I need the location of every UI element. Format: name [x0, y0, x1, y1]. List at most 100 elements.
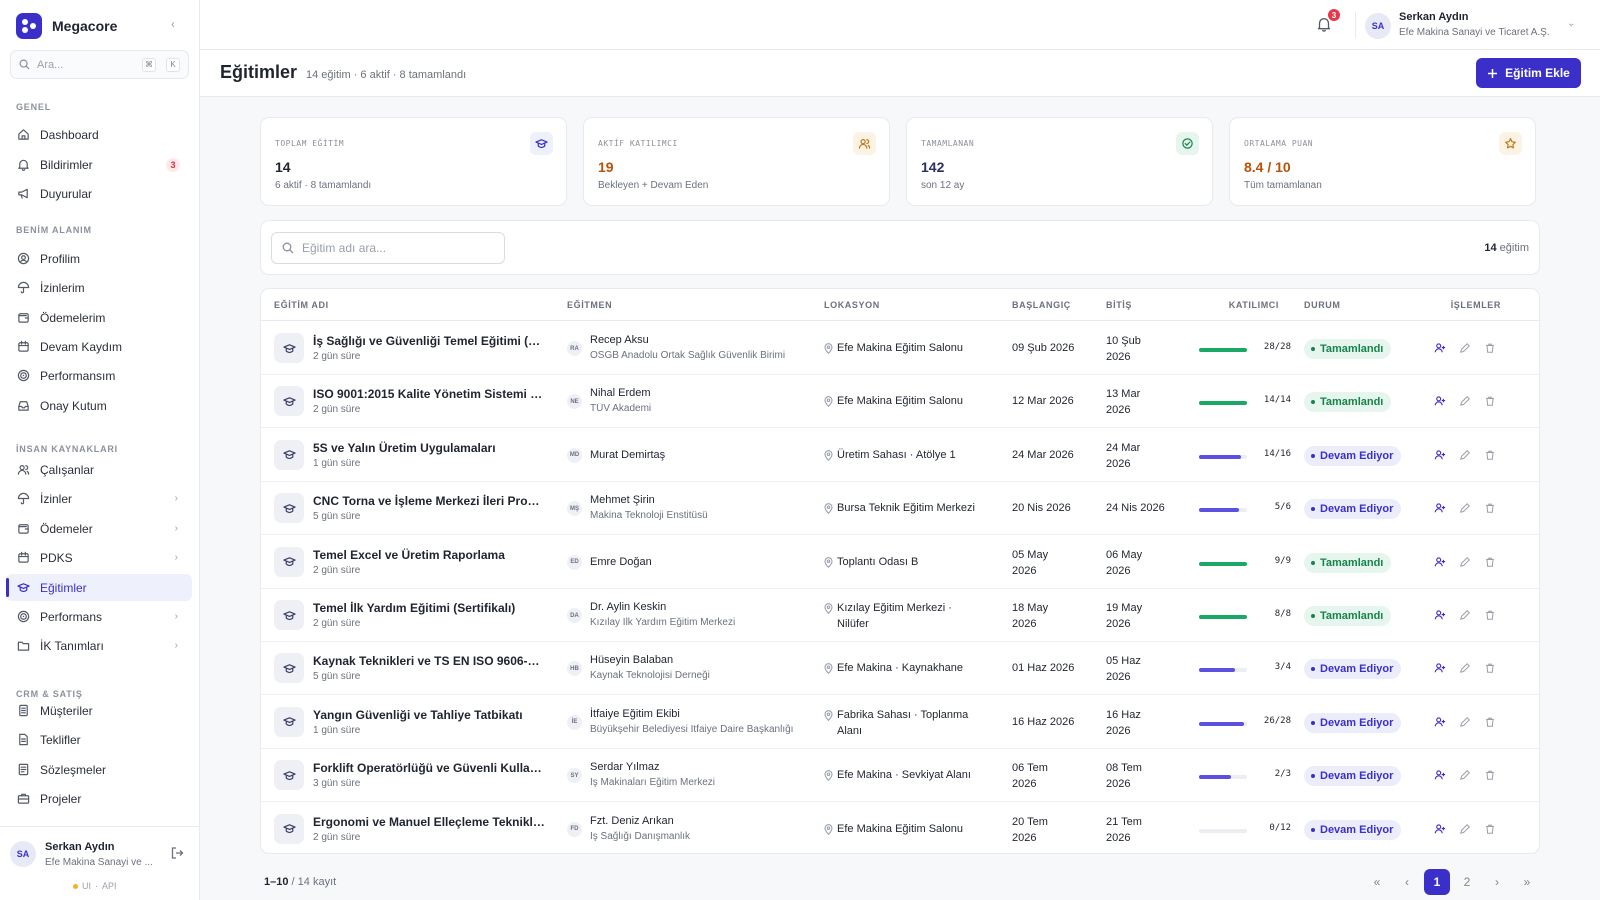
- sidebar-item-odemelerim[interactable]: Ödemelerim: [6, 304, 192, 331]
- add-participant-icon[interactable]: [1433, 661, 1447, 675]
- stat-card-total-trainings: TOPLAM EĞİTİM 14 6 aktif · 8 tamamlandı: [260, 117, 567, 206]
- edit-pencil-icon[interactable]: [1458, 448, 1472, 462]
- table-row[interactable]: ISO 9001:2015 Kalite Yönetim Sistemi F..…: [261, 375, 1539, 429]
- add-participant-icon[interactable]: [1433, 608, 1447, 622]
- table-row[interactable]: Ergonomi ve Manuel Elleçleme Teknikleri 2…: [261, 803, 1539, 853]
- collapse-sidebar-chevron-icon[interactable]: ‹: [166, 17, 180, 31]
- training-search-input[interactable]: [302, 241, 494, 255]
- sidebar-item-profilim[interactable]: Profilim: [6, 245, 192, 272]
- sidebar-item-izinlerim[interactable]: İzinlerim: [6, 274, 192, 301]
- sidebar-search[interactable]: Ara... ⌘ K: [10, 50, 189, 79]
- sidebar-item-dashboard[interactable]: Dashboard: [6, 121, 192, 148]
- page-1-button[interactable]: 1: [1424, 869, 1450, 895]
- column-header-end[interactable]: BİTİŞ: [1106, 300, 1132, 310]
- avatar[interactable]: SA: [1365, 13, 1391, 39]
- add-participant-icon[interactable]: [1433, 768, 1447, 782]
- course-name[interactable]: CNC Torna ve İşleme Merkezi İleri Progr.…: [313, 494, 545, 508]
- table-row[interactable]: İş Sağlığı ve Güvenliği Temel Eğitimi (A…: [261, 322, 1539, 375]
- add-participant-icon[interactable]: [1433, 394, 1447, 408]
- page-2-button[interactable]: 2: [1454, 869, 1480, 895]
- table-row[interactable]: Yangın Güvenliği ve Tahliye Tatbikatı 1 g…: [261, 696, 1539, 749]
- avatar[interactable]: SA: [10, 841, 36, 867]
- chevron-right-icon[interactable]: ›: [175, 611, 178, 622]
- delete-trash-icon[interactable]: [1483, 768, 1497, 782]
- table-row[interactable]: Temel Excel ve Üretim Raporlama 2 gün sür…: [261, 536, 1539, 589]
- sidebar-item-devam-kaydim[interactable]: Devam Kaydım: [6, 333, 192, 360]
- course-name[interactable]: Yangın Güvenliği ve Tahliye Tatbikatı: [313, 708, 545, 722]
- column-header-name[interactable]: EĞİTİM ADI: [274, 300, 329, 310]
- delete-trash-icon[interactable]: [1483, 822, 1497, 836]
- table-row[interactable]: Forklift Operatörlüğü ve Güvenli Kullanı…: [261, 749, 1539, 803]
- delete-trash-icon[interactable]: [1483, 715, 1497, 729]
- table-row[interactable]: Temel İlk Yardım Eğitimi (Sertifikalı) 2 …: [261, 589, 1539, 642]
- column-header-location[interactable]: LOKASYON: [824, 300, 880, 310]
- sidebar-item-performansim[interactable]: Performansım: [6, 362, 192, 389]
- sidebar-item-performans[interactable]: Performans ›: [6, 603, 192, 630]
- first-page-button[interactable]: «: [1364, 869, 1390, 895]
- sidebar-item-onay-kutum[interactable]: Onay Kutum: [6, 392, 192, 419]
- course-name[interactable]: ISO 9001:2015 Kalite Yönetim Sistemi F..…: [313, 387, 545, 401]
- brand[interactable]: Megacore: [16, 12, 117, 40]
- edit-pencil-icon[interactable]: [1458, 341, 1472, 355]
- sidebar-item-ik-tanimlari[interactable]: İK Tanımları ›: [6, 632, 192, 659]
- edit-pencil-icon[interactable]: [1458, 394, 1472, 408]
- sidebar-item-egitimler[interactable]: Eğitimler: [6, 574, 192, 601]
- prev-page-button[interactable]: ‹: [1394, 869, 1420, 895]
- add-participant-icon[interactable]: [1433, 341, 1447, 355]
- delete-trash-icon[interactable]: [1483, 555, 1497, 569]
- delete-trash-icon[interactable]: [1483, 448, 1497, 462]
- edit-pencil-icon[interactable]: [1458, 822, 1472, 836]
- sidebar-item-musteriler[interactable]: Müşteriler: [6, 697, 192, 724]
- course-name[interactable]: 5S ve Yalın Üretim Uygulamaları: [313, 441, 545, 455]
- sidebar-item-izinler[interactable]: İzinler ›: [6, 485, 192, 512]
- sidebar-item-projeler[interactable]: Projeler: [6, 785, 192, 812]
- chevron-right-icon[interactable]: ›: [175, 493, 178, 504]
- add-participant-icon[interactable]: [1433, 501, 1447, 515]
- add-participant-icon[interactable]: [1433, 555, 1447, 569]
- sidebar-item-duyurular[interactable]: Duyurular: [6, 180, 192, 207]
- delete-trash-icon[interactable]: [1483, 608, 1497, 622]
- edit-pencil-icon[interactable]: [1458, 608, 1472, 622]
- user-menu-chevron-down-icon[interactable]: ⌄: [1567, 18, 1575, 29]
- delete-trash-icon[interactable]: [1483, 661, 1497, 675]
- edit-pencil-icon[interactable]: [1458, 555, 1472, 569]
- add-participant-icon[interactable]: [1433, 822, 1447, 836]
- column-header-status[interactable]: DURUM: [1304, 300, 1341, 310]
- add-training-button[interactable]: Eğitim Ekle: [1476, 58, 1581, 88]
- course-name[interactable]: Kaynak Teknikleri ve TS EN ISO 9606-1 ..…: [313, 654, 545, 668]
- sidebar-item-sozlesmeler[interactable]: Sözleşmeler: [6, 756, 192, 783]
- edit-pencil-icon[interactable]: [1458, 501, 1472, 515]
- sidebar-item-pdks[interactable]: PDKS ›: [6, 544, 192, 571]
- next-page-button[interactable]: ›: [1484, 869, 1510, 895]
- column-header-instructor[interactable]: EĞİTMEN: [567, 300, 612, 310]
- add-participant-icon[interactable]: [1433, 448, 1447, 462]
- add-participant-icon[interactable]: [1433, 715, 1447, 729]
- course-name[interactable]: Temel Excel ve Üretim Raporlama: [313, 548, 545, 562]
- sidebar-item-teklifler[interactable]: Teklifler: [6, 726, 192, 753]
- course-name[interactable]: İş Sağlığı ve Güvenliği Temel Eğitimi (A…: [313, 334, 545, 348]
- edit-pencil-icon[interactable]: [1458, 661, 1472, 675]
- course-name[interactable]: Temel İlk Yardım Eğitimi (Sertifikalı): [313, 601, 545, 615]
- chevron-right-icon[interactable]: ›: [175, 552, 178, 563]
- sidebar-item-calisanlar[interactable]: Çalışanlar: [6, 456, 192, 483]
- table-row[interactable]: 5S ve Yalın Üretim Uygulamaları 1 gün sür…: [261, 429, 1539, 482]
- chevron-right-icon[interactable]: ›: [175, 640, 178, 651]
- training-search[interactable]: [271, 232, 505, 264]
- course-name[interactable]: Ergonomi ve Manuel Elleçleme Teknikleri: [313, 815, 545, 829]
- delete-trash-icon[interactable]: [1483, 394, 1497, 408]
- table-row[interactable]: CNC Torna ve İşleme Merkezi İleri Progr.…: [261, 482, 1539, 536]
- topbar-user-name[interactable]: Serkan Aydın: [1399, 11, 1469, 23]
- sidebar-item-bildirimler[interactable]: Bildirimler 3: [6, 151, 192, 178]
- delete-trash-icon[interactable]: [1483, 341, 1497, 355]
- last-page-button[interactable]: »: [1514, 869, 1540, 895]
- course-name[interactable]: Forklift Operatörlüğü ve Güvenli Kullanı…: [313, 761, 545, 775]
- logout-icon[interactable]: [170, 846, 184, 860]
- column-header-start[interactable]: BAŞLANGIÇ: [1012, 300, 1071, 310]
- sidebar-item-odemeler[interactable]: Ödemeler ›: [6, 515, 192, 542]
- delete-trash-icon[interactable]: [1483, 501, 1497, 515]
- edit-pencil-icon[interactable]: [1458, 715, 1472, 729]
- edit-pencil-icon[interactable]: [1458, 768, 1472, 782]
- table-row[interactable]: Kaynak Teknikleri ve TS EN ISO 9606-1 ..…: [261, 642, 1539, 696]
- column-header-participants[interactable]: KATILIMCI: [1201, 300, 1279, 310]
- chevron-right-icon[interactable]: ›: [175, 523, 178, 534]
